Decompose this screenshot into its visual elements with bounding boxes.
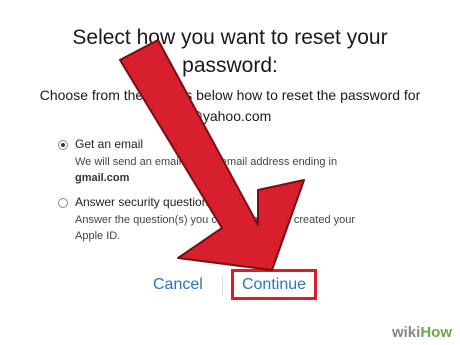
option-email-label: Get an email (75, 137, 144, 151)
option-security-label: Answer security questions (75, 195, 215, 209)
option-email-desc-line2: gmail.com (75, 172, 130, 184)
title-line-1: Select how you want to reset your (72, 26, 388, 49)
continue-button[interactable]: Continue (231, 269, 317, 300)
cancel-button[interactable]: Cancel (153, 276, 203, 294)
radio-email[interactable] (58, 140, 68, 150)
dialog-subtitle: Choose from the options below how to res… (0, 85, 460, 127)
option-security-desc-line2: Apple ID. (75, 230, 121, 242)
subtitle-line-1: Choose from the options below how to res… (39, 87, 421, 103)
title-line-2: password: (182, 54, 278, 77)
watermark-how: How (420, 324, 452, 341)
button-divider (222, 276, 223, 296)
option-security-desc: Answer the question(s) you chose when yo… (75, 212, 355, 244)
dialog-title: Select how you want to reset your passwo… (0, 24, 460, 80)
option-security-desc-line1: Answer the question(s) you chose when yo… (75, 214, 356, 226)
subtitle-line-2: @yahoo.com (188, 108, 272, 124)
radio-security-questions[interactable] (58, 198, 68, 208)
watermark-wiki: wiki (391, 324, 421, 341)
wikihow-watermark: wikiHow (392, 324, 452, 341)
option-email-desc-line1: We will send an email to your email addr… (75, 156, 338, 168)
option-email-desc: We will send an email to your email addr… (75, 154, 337, 186)
